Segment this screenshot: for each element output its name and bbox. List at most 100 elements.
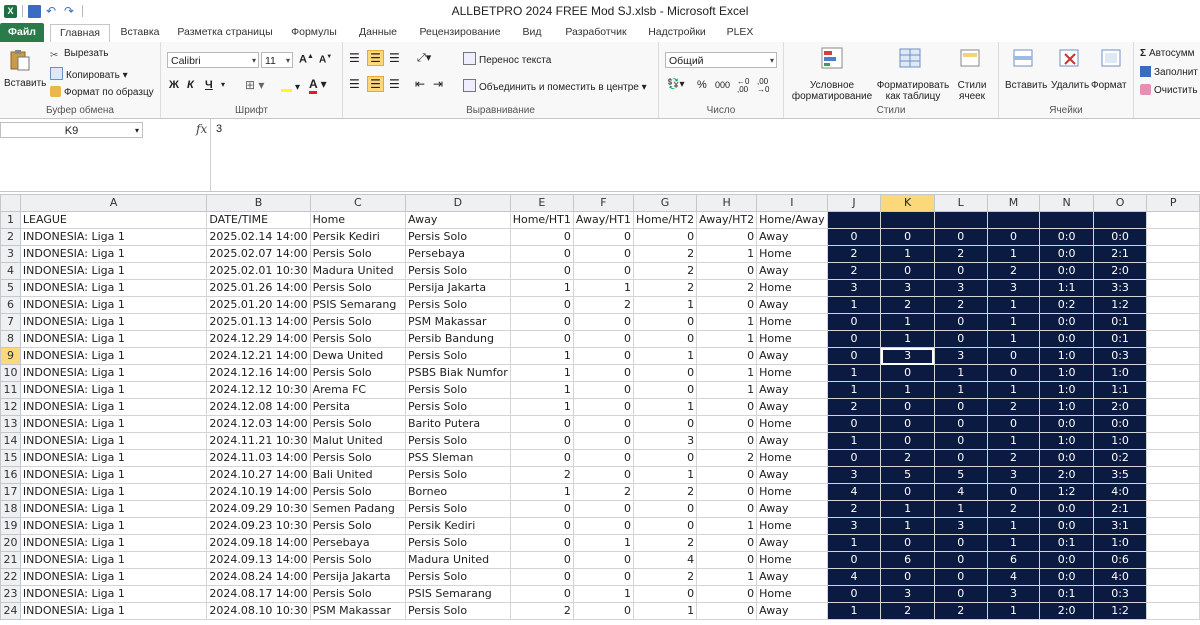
cell[interactable]: 0	[572, 262, 634, 280]
cell[interactable]: 0	[696, 398, 758, 416]
autosum-button[interactable]: Σ Автосумм	[1140, 48, 1194, 59]
cell[interactable]: 1:0	[1039, 347, 1094, 365]
cell[interactable]: Persis Solo	[405, 398, 511, 416]
cell[interactable]: 0:0	[1039, 568, 1094, 586]
cell[interactable]: 0:0	[1092, 415, 1148, 433]
cell[interactable]: Persis Solo	[309, 585, 407, 603]
column-header[interactable]: J	[826, 194, 882, 212]
cell[interactable]: Away	[756, 534, 828, 552]
cell[interactable]: Home	[756, 245, 828, 263]
align-center-icon[interactable]: ☰	[367, 76, 384, 92]
shrink-font-icon[interactable]: A▼	[319, 54, 332, 65]
cell[interactable]: 0	[826, 415, 882, 433]
header-cell[interactable]: DATE/TIME	[206, 211, 311, 229]
row-header[interactable]: 3	[0, 245, 21, 263]
cell[interactable]: Home	[756, 483, 828, 501]
cell[interactable]: 2	[632, 568, 698, 586]
cell[interactable]: 0:2	[1092, 449, 1148, 467]
cell[interactable]: 0	[933, 449, 988, 467]
orientation-icon[interactable]: ⤢▾	[417, 51, 431, 65]
cell[interactable]: 4	[933, 483, 988, 501]
cell[interactable]: Persis Solo	[405, 500, 511, 518]
cell[interactable]: 0	[509, 415, 574, 433]
cell[interactable]: 3	[933, 347, 988, 365]
cell[interactable]: 0	[696, 551, 758, 569]
cell[interactable]: 1	[696, 330, 758, 348]
cell[interactable]: Barito Putera	[405, 415, 511, 433]
cell[interactable]: 2	[632, 245, 698, 263]
cell[interactable]: 1:0	[1092, 432, 1148, 450]
grow-font-icon[interactable]: A▲	[299, 53, 314, 66]
cell[interactable]	[1146, 466, 1200, 484]
cell[interactable]: Persik Kediri	[309, 228, 407, 246]
fill-button[interactable]: Заполнит	[1140, 66, 1198, 78]
cut-button[interactable]: ✂ Вырезать	[50, 48, 108, 61]
cell[interactable]: 1	[986, 245, 1041, 263]
cell[interactable]: INDONESIA: Liga 1	[19, 466, 208, 484]
cell[interactable]: Away	[756, 602, 828, 620]
cell[interactable]: 0	[880, 432, 935, 450]
clear-button[interactable]: Очистить	[1140, 84, 1198, 96]
cell[interactable]: 1	[696, 568, 758, 586]
cell[interactable]: 2024.12.16 14:00	[206, 364, 311, 382]
cell[interactable]: 0	[572, 449, 634, 467]
cell[interactable]: 0	[826, 585, 882, 603]
cell[interactable]: 2	[880, 296, 935, 314]
cell[interactable]	[1146, 517, 1200, 535]
cell[interactable]: 0:3	[1092, 347, 1148, 365]
align-bottom-icon[interactable]: ☰	[389, 51, 400, 65]
cell[interactable]: Away	[756, 568, 828, 586]
cell[interactable]: 1:0	[1039, 381, 1094, 399]
cell[interactable]: 3	[826, 517, 882, 535]
tab-view[interactable]: Вид	[516, 24, 548, 41]
cell[interactable]: 0	[509, 262, 574, 280]
cell[interactable]: 0	[880, 483, 935, 501]
cell[interactable]	[1146, 398, 1200, 416]
cell[interactable]: 0	[696, 296, 758, 314]
cell[interactable]: 1	[509, 483, 574, 501]
cell[interactable]: 2024.08.17 14:00	[206, 585, 311, 603]
cell[interactable]: 3:5	[1092, 466, 1148, 484]
cell[interactable]: Persis Solo	[405, 534, 511, 552]
cell[interactable]: 0	[933, 415, 988, 433]
cell[interactable]: 0:0	[1039, 228, 1094, 246]
cell[interactable]: 1:2	[1092, 602, 1148, 620]
row-header[interactable]: 23	[0, 585, 21, 603]
cell[interactable]: 0	[696, 534, 758, 552]
cell[interactable]: 0	[632, 313, 698, 331]
cell[interactable]: 0	[933, 568, 988, 586]
cell[interactable]: 4	[632, 551, 698, 569]
italic-button[interactable]: К	[187, 79, 194, 91]
cell[interactable]: 1	[986, 432, 1041, 450]
cell[interactable]	[1146, 313, 1200, 331]
cell[interactable]: 2	[509, 602, 574, 620]
cell[interactable]: 0	[509, 585, 574, 603]
cell[interactable]: Persis Solo	[405, 347, 511, 365]
cell[interactable]: 2	[696, 279, 758, 297]
cell[interactable]: 3	[986, 279, 1041, 297]
cell[interactable]: 1	[986, 296, 1041, 314]
cell[interactable]: 0	[509, 551, 574, 569]
tab-file[interactable]: Файл	[0, 23, 44, 42]
cell[interactable]: 0	[826, 347, 882, 365]
cell[interactable]	[1146, 381, 1200, 399]
cell[interactable]: INDONESIA: Liga 1	[19, 381, 208, 399]
cell[interactable]: 6	[880, 551, 935, 569]
cell[interactable]: 0	[509, 534, 574, 552]
cell[interactable]: Persis Solo	[309, 313, 407, 331]
cell[interactable]	[1146, 602, 1200, 620]
cell[interactable]: 0	[986, 415, 1041, 433]
tab-data[interactable]: Данные	[352, 24, 404, 41]
cell[interactable]: 2:0	[1092, 262, 1148, 280]
cell[interactable]: 0	[986, 364, 1041, 382]
cell[interactable]: Home	[756, 551, 828, 569]
cell[interactable]: 2024.09.13 14:00	[206, 551, 311, 569]
cell[interactable]: 1	[986, 330, 1041, 348]
cell[interactable]: Home	[756, 517, 828, 535]
cell[interactable]: 0	[572, 517, 634, 535]
cell[interactable]: 0	[880, 398, 935, 416]
align-left-icon[interactable]: ☰	[349, 77, 360, 91]
fill-color-button[interactable]: ▾	[281, 78, 300, 93]
cell[interactable]: 0:1	[1039, 585, 1094, 603]
cell[interactable]: 0:0	[1039, 330, 1094, 348]
